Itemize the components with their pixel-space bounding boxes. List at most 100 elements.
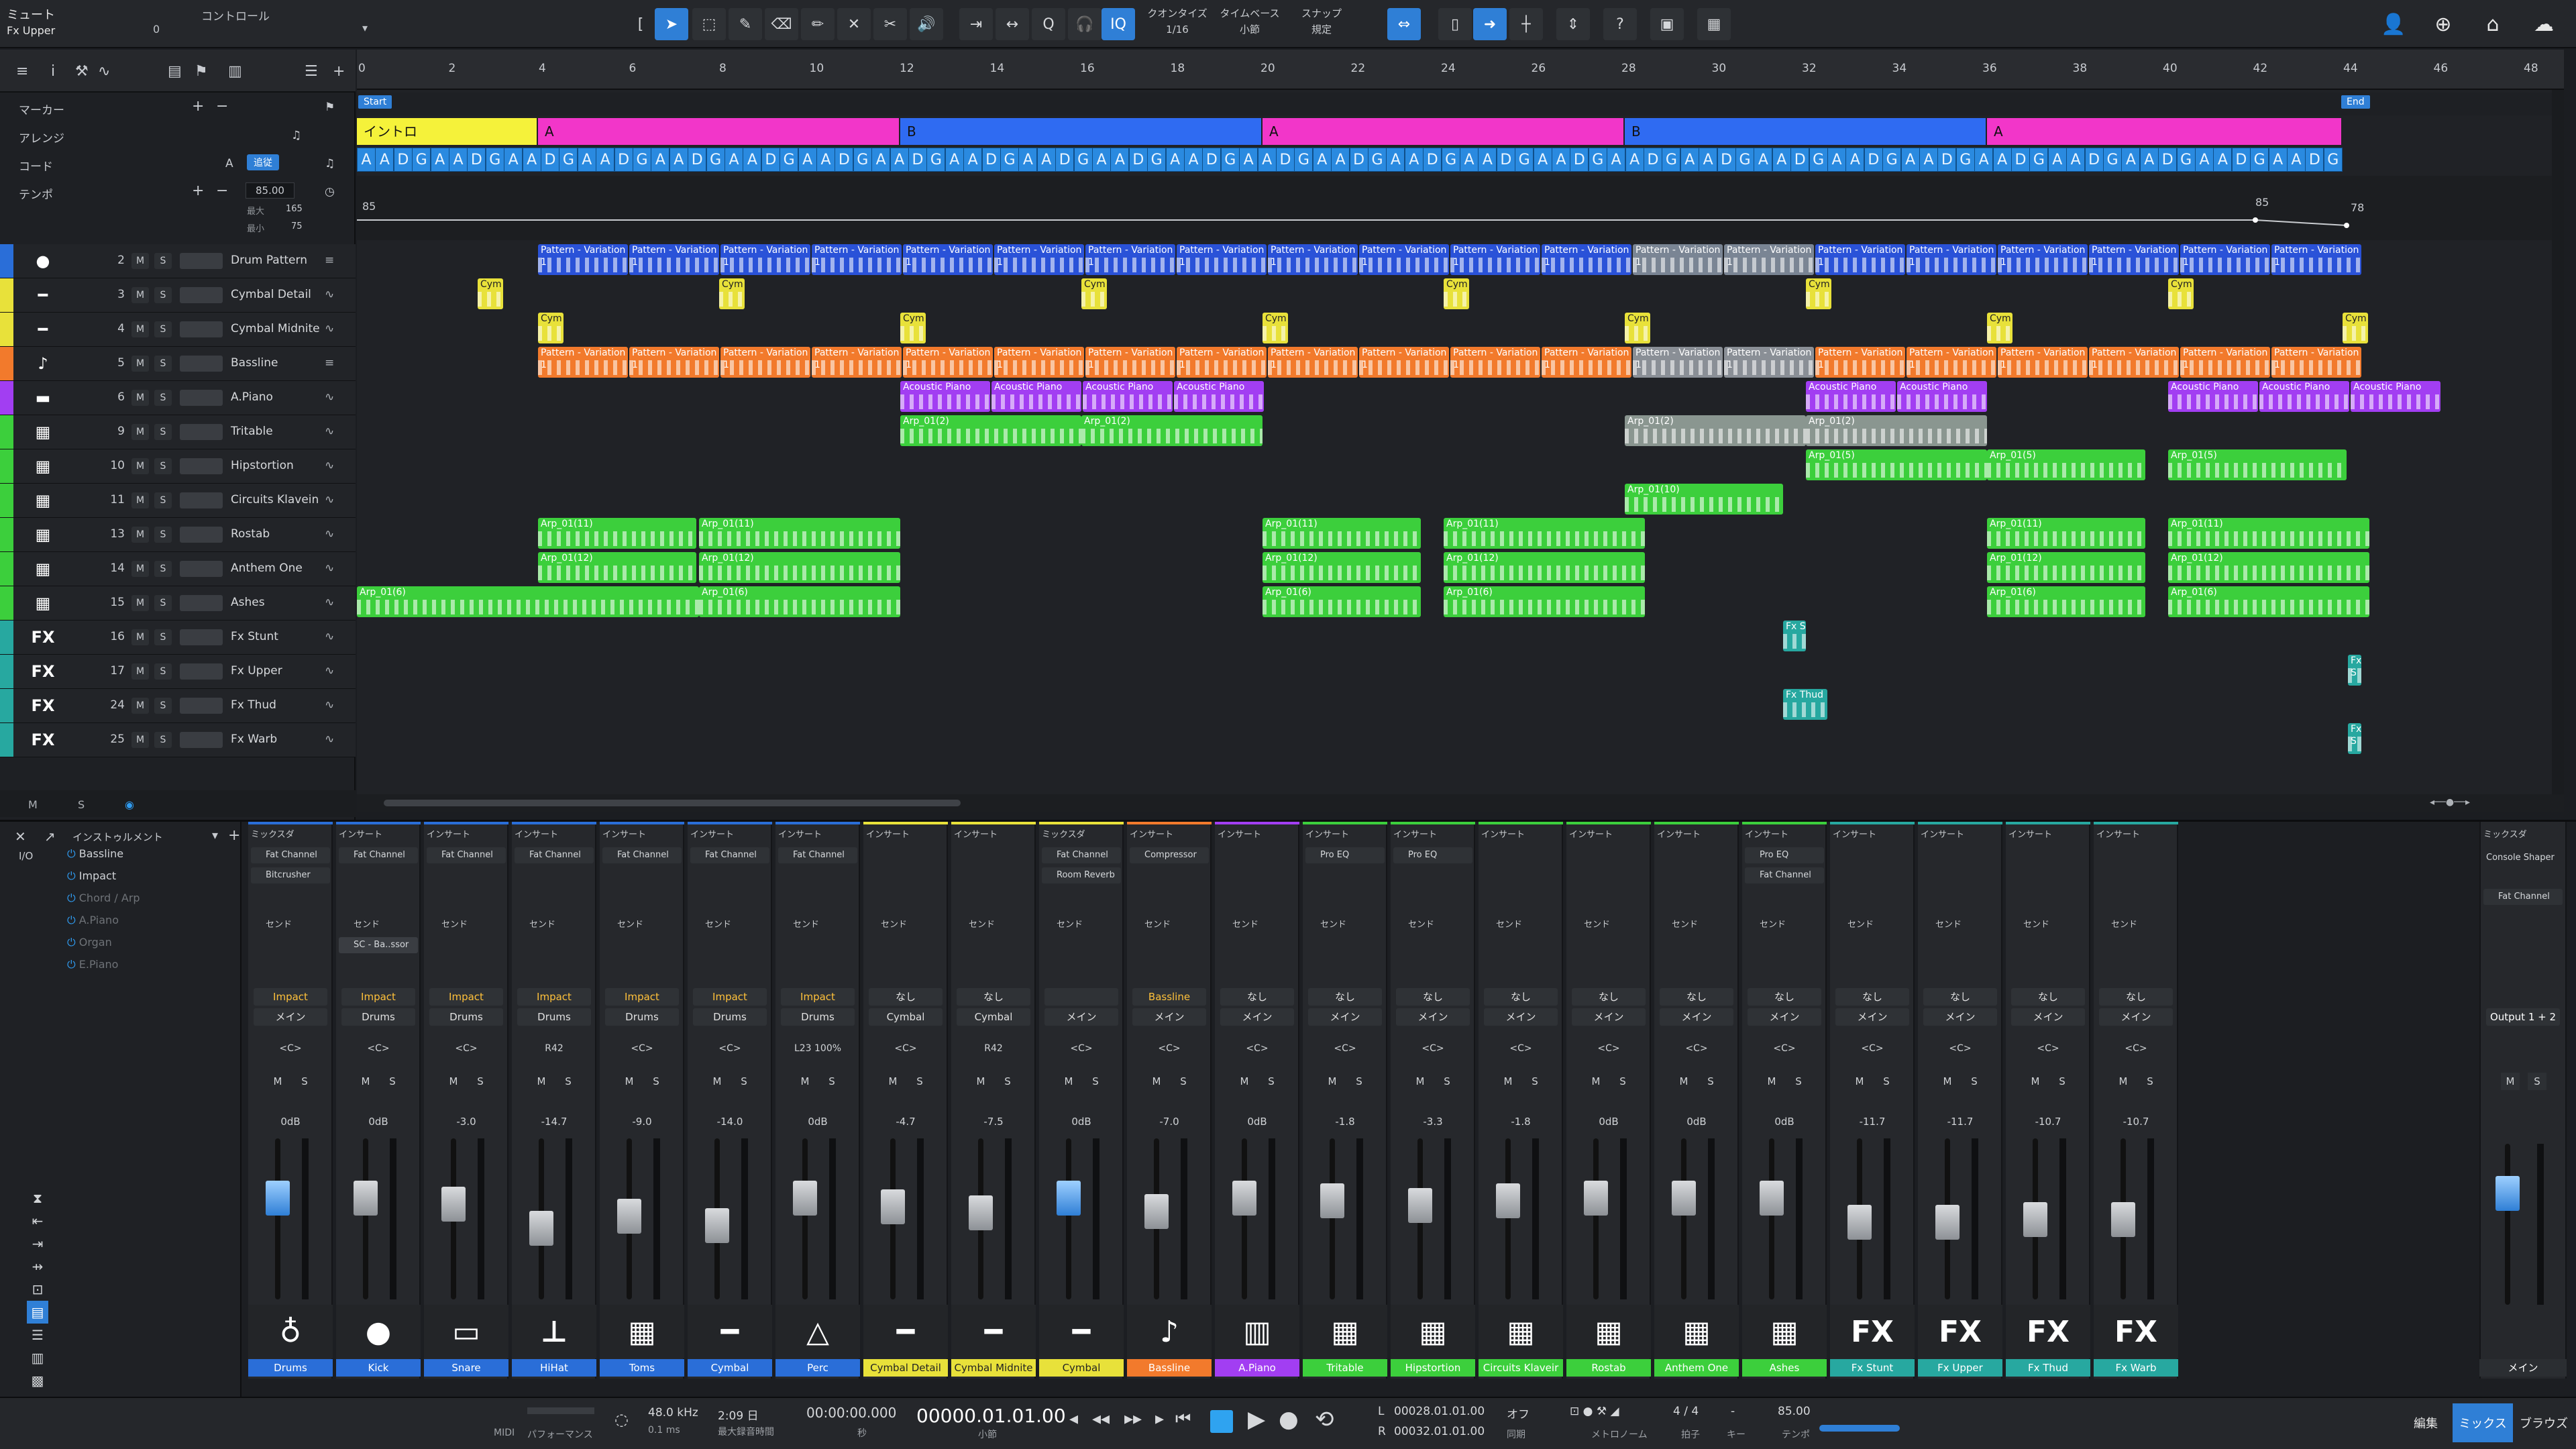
event-clip[interactable]: Cym bbox=[1263, 313, 1288, 343]
chord-event[interactable]: A bbox=[2047, 148, 2067, 172]
strip-solo-button[interactable]: S bbox=[1174, 1073, 1193, 1090]
track-mute-button[interactable]: M bbox=[131, 424, 149, 440]
track-solo-button[interactable]: S bbox=[154, 390, 172, 406]
event-clip[interactable]: Arp_01(5) bbox=[1806, 449, 1987, 480]
track-name[interactable]: Fx Warb bbox=[231, 733, 277, 746]
track-volume-slider[interactable] bbox=[180, 561, 223, 577]
output-selector[interactable]: メイン bbox=[1572, 1008, 1646, 1026]
event-clip[interactable]: Pattern - Variation 1 bbox=[538, 244, 628, 275]
strip-mute-button[interactable]: M bbox=[444, 1073, 463, 1090]
chart-view-icon[interactable]: ▩ bbox=[27, 1369, 48, 1392]
arrange-vertical-scrollbar[interactable] bbox=[2552, 90, 2564, 801]
event-clip[interactable]: Pattern - Variation 1 bbox=[1907, 244, 1996, 275]
fader-cap[interactable] bbox=[1057, 1181, 1081, 1216]
event-clip[interactable]: Cym bbox=[900, 313, 926, 343]
event-clip[interactable]: Pattern - Variation 1 bbox=[1268, 347, 1358, 378]
volume-db[interactable]: 0dB bbox=[254, 1116, 327, 1128]
chord-event[interactable]: D bbox=[2305, 148, 2324, 172]
power-icon[interactable]: ⏻ bbox=[67, 914, 76, 926]
insert-header[interactable]: インサート bbox=[2008, 827, 2088, 842]
input-selector[interactable]: なし bbox=[1835, 988, 1909, 1006]
insert-slot[interactable]: Pro EQ bbox=[1393, 847, 1472, 863]
event-clip[interactable]: Pattern - Variation 1 bbox=[1450, 244, 1540, 275]
chord-event[interactable]: A bbox=[1845, 148, 1865, 172]
send-label[interactable]: センド bbox=[1833, 917, 1912, 933]
global-monitor-icon[interactable]: ◉ bbox=[125, 798, 134, 811]
event-clip[interactable]: Pattern - Variation 1 bbox=[903, 244, 993, 275]
pan-control[interactable]: <C> bbox=[2011, 1043, 2085, 1059]
chord-event[interactable]: A bbox=[2213, 148, 2233, 172]
pan-control[interactable]: <C> bbox=[1748, 1043, 1821, 1059]
send-label[interactable]: センド bbox=[1569, 917, 1648, 933]
strip-mute-button[interactable]: M bbox=[1499, 1073, 1517, 1090]
input-selector[interactable]: なし bbox=[869, 988, 943, 1006]
track-volume-slider[interactable] bbox=[180, 698, 223, 714]
strip-solo-button[interactable]: S bbox=[1086, 1073, 1105, 1090]
arranger-play-icon[interactable]: ♫ bbox=[291, 129, 301, 142]
pan-control[interactable]: R42 bbox=[517, 1043, 591, 1059]
output-selector[interactable]: メイン bbox=[1660, 1008, 1733, 1026]
fader-cap[interactable] bbox=[266, 1181, 290, 1216]
pan-control[interactable]: <C> bbox=[1572, 1043, 1646, 1059]
instrument-item[interactable]: ⏻ Impact bbox=[67, 869, 116, 883]
chord-event[interactable]: D bbox=[614, 148, 633, 172]
channel-name[interactable]: Anthem One bbox=[1654, 1359, 1739, 1377]
add-instrument-icon[interactable]: + bbox=[228, 827, 240, 844]
event-clip[interactable]: Pattern - Variation 1 bbox=[812, 244, 902, 275]
event-clip[interactable]: Arp_01(11) bbox=[2168, 518, 2369, 549]
track-color[interactable] bbox=[0, 381, 13, 415]
chord-event[interactable]: A bbox=[1478, 148, 1497, 172]
track-header[interactable]: ▦ 14 M S Anthem One ∿ bbox=[0, 552, 356, 586]
event-clip[interactable]: Pattern - Variation 1 bbox=[1998, 244, 2088, 275]
strip-mute-button[interactable]: M bbox=[1850, 1073, 1869, 1090]
send-label[interactable]: センド bbox=[954, 917, 1033, 933]
track-solo-button[interactable]: S bbox=[154, 424, 172, 440]
chord-event[interactable]: D bbox=[688, 148, 707, 172]
chord-event[interactable]: A bbox=[669, 148, 688, 172]
track-volume-slider[interactable] bbox=[180, 390, 223, 406]
channel-name[interactable]: Cymbal Detail bbox=[863, 1359, 948, 1377]
event-clip[interactable]: Pattern - Variation 1 bbox=[812, 347, 902, 378]
insert-slot[interactable]: Compressor bbox=[1130, 847, 1209, 863]
chord-event[interactable]: G bbox=[2103, 148, 2122, 172]
input-selector[interactable]: なし bbox=[1396, 988, 1470, 1006]
event-clip[interactable]: Arp_01(2) bbox=[1081, 415, 1263, 446]
chord-icon[interactable]: ♫ bbox=[325, 157, 335, 170]
track-mute-button[interactable]: M bbox=[131, 698, 149, 714]
track-volume-slider[interactable] bbox=[180, 492, 223, 508]
chord-event[interactable]: D bbox=[1055, 148, 1075, 172]
fader-cap[interactable] bbox=[1584, 1181, 1608, 1216]
rewind-icon[interactable]: ◂◂ bbox=[1092, 1409, 1110, 1429]
track-name[interactable]: Anthem One bbox=[231, 561, 303, 575]
event-clip[interactable]: Acoustic Piano bbox=[991, 381, 1081, 412]
event-clip[interactable]: Cym bbox=[1444, 278, 1469, 309]
insert-slot[interactable]: Fat Channel bbox=[778, 847, 857, 863]
track-header[interactable]: ━ 4 M S Cymbal Midnite ∿ bbox=[0, 313, 356, 347]
chord-event[interactable]: A bbox=[2195, 148, 2214, 172]
send-label[interactable]: センド bbox=[1218, 917, 1297, 933]
event-clip[interactable]: Cym bbox=[2343, 313, 2368, 343]
pan-control[interactable]: <C> bbox=[1484, 1043, 1558, 1059]
strip-mute-button[interactable]: M bbox=[356, 1073, 375, 1090]
track-color[interactable] bbox=[0, 415, 13, 449]
strip-solo-button[interactable]: S bbox=[1525, 1073, 1544, 1090]
track-volume-slider[interactable] bbox=[180, 629, 223, 645]
event-clip[interactable]: Arp_01(12) bbox=[2168, 552, 2369, 583]
track-color[interactable] bbox=[0, 518, 13, 551]
event-clip[interactable]: Pattern - Variation 1 bbox=[538, 347, 628, 378]
track-color[interactable] bbox=[0, 689, 13, 722]
input-selector[interactable]: なし bbox=[2011, 988, 2085, 1006]
event-clip[interactable]: Acoustic Piano bbox=[2168, 381, 2258, 412]
output-selector[interactable]: メイン bbox=[1044, 1008, 1118, 1026]
event-clip[interactable]: Pattern - Variation 1 bbox=[1359, 244, 1449, 275]
chord-event[interactable]: A bbox=[1404, 148, 1424, 172]
channel-name[interactable]: Bassline bbox=[1127, 1359, 1212, 1377]
track-solo-button[interactable]: S bbox=[154, 595, 172, 611]
volume-db[interactable]: 0dB bbox=[1044, 1116, 1118, 1128]
track-solo-button[interactable]: S bbox=[154, 253, 172, 269]
strip-mute-button[interactable]: M bbox=[1587, 1073, 1605, 1090]
send-label[interactable]: センド bbox=[778, 917, 857, 933]
input-selector[interactable]: Impact bbox=[429, 988, 503, 1006]
chord-event[interactable]: D bbox=[2158, 148, 2178, 172]
event-clip[interactable]: Acoustic Piano bbox=[1174, 381, 1264, 412]
